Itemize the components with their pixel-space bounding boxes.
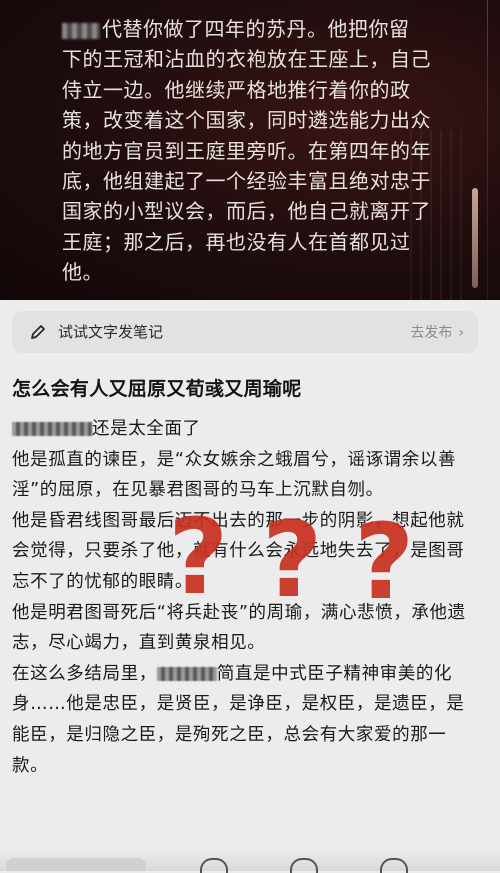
post-paragraph: 在这么多结局里， 简直是中式臣子精神审美的化身……他是忠臣，是贤臣，是诤臣，是权臣… <box>12 663 465 776</box>
hero-text: 代替你做了四年的苏丹。他把你留 下的王冠和沾血的衣袍放在王座上，自己 侍立一边。… <box>62 14 454 288</box>
redacted-name <box>62 22 100 39</box>
try-text-note-bar[interactable]: 试试文字发笔记 去发布 › <box>12 311 478 353</box>
post-paragraph: 他是明君图哥死后“将兵赴丧”的周瑜，满心悲愤，承他遗志，尽心竭力，直到黄泉相见。 <box>12 602 466 654</box>
hero-line: 国家的小型议会，而后，他自己就离开了 <box>62 199 431 224</box>
hero-decor-lamp <box>472 188 478 288</box>
comment-input-edge[interactable] <box>6 858 146 871</box>
redacted-name <box>156 666 217 681</box>
bottom-toolbar-edge <box>0 852 500 873</box>
pen-icon <box>31 325 45 339</box>
note-bar-label: 试试文字发笔记 <box>58 323 164 341</box>
chevron-right-icon: › <box>458 325 464 341</box>
redacted-name <box>12 422 92 436</box>
post-body: 还是太全面了 他是孤直的谏臣，是“众女嫉余之蛾眉兮，谣诼谓余以善淫”的屈原，在见… <box>12 414 482 781</box>
hero-line: 王庭；那之后，再也没有人在首都见过 <box>62 229 411 254</box>
hero-line: 底，他组建起了一个经验丰富且绝对忠于 <box>62 169 431 194</box>
hero-line: 的地方官员到王庭里旁听。在第四年的年 <box>62 138 431 163</box>
hero-line: 代替你做了四年的苏丹。他把你留 <box>62 14 454 44</box>
post-paragraph: 他是孤直的谏臣，是“众女嫉余之蛾眉兮，谣诼谓余以善淫”的屈原，在见暴君图哥的马车… <box>12 449 457 501</box>
post-title: 怎么会有人又屈原又荀彧又周瑜呢 <box>12 378 302 400</box>
hero-line: 策，改变着这个国家，同时遴选能力出众 <box>62 108 431 133</box>
hero-image: 代替你做了四年的苏丹。他把你留 下的王冠和沾血的衣袍放在王座上，自己 侍立一边。… <box>0 0 500 300</box>
hero-line: 下的王冠和沾血的衣袍放在王座上，自己 <box>62 47 431 72</box>
hero-line: 侍立一边。他继续严格地推行着你的政 <box>62 77 411 102</box>
publish-button[interactable]: 去发布 › <box>410 322 464 342</box>
hero-decor-streak <box>487 0 488 300</box>
hero-line: 他。 <box>62 260 103 285</box>
post-paragraph: 他是昏君线图哥最后迈不出去的那一步的阴影，想起他就会觉得，只要杀了他，就有什么会… <box>12 510 465 592</box>
post-paragraph: 还是太全面了 <box>12 414 482 445</box>
publish-label: 去发布 <box>410 325 453 341</box>
